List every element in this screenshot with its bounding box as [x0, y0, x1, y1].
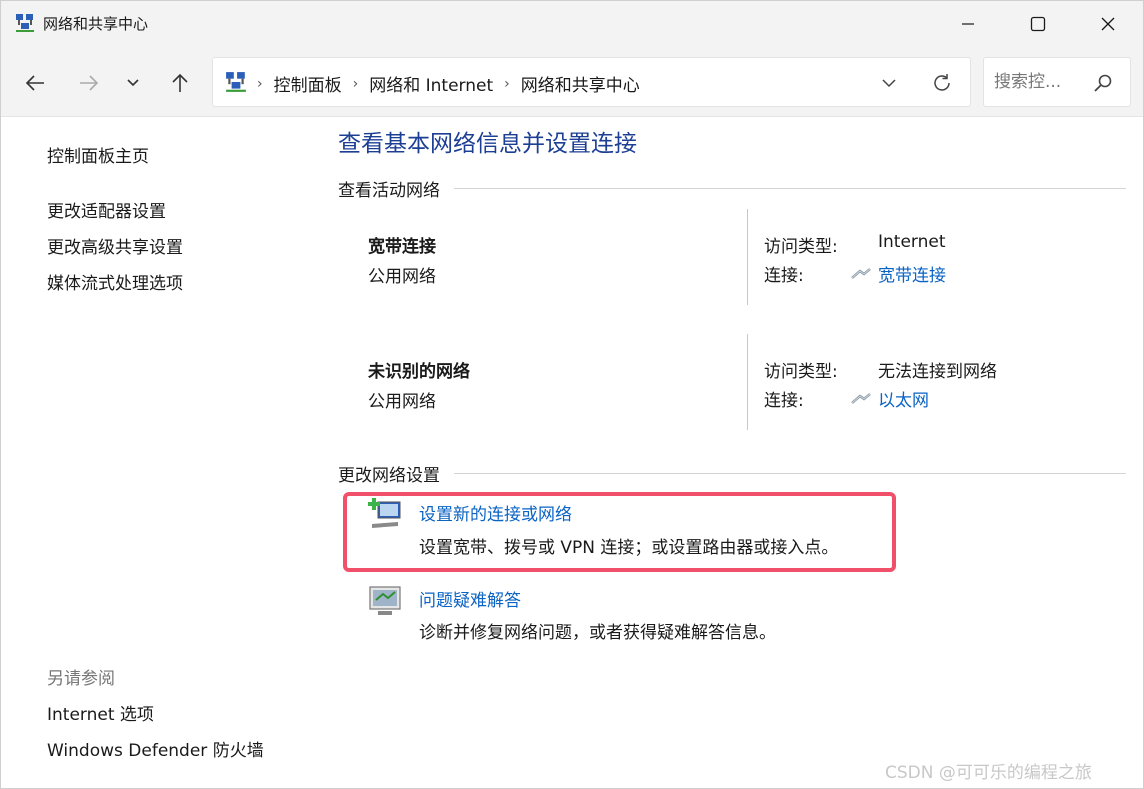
breadcrumb-control-panel[interactable]: 控制面板 — [274, 71, 342, 96]
change-adapter-settings-link[interactable]: 更改适配器设置 — [47, 197, 166, 222]
page-title: 查看基本网络信息并设置连接 — [338, 131, 637, 157]
breadcrumb-network-sharing-center[interactable]: 网络和共享中心 — [521, 71, 640, 96]
search-box — [983, 57, 1131, 107]
network-center-icon — [226, 72, 246, 92]
refresh-icon — [934, 74, 950, 91]
access-type-label: 访问类型: — [764, 362, 838, 382]
troubleshoot-problems-description: 诊断并修复网络问题，或者获得疑难解答信息。 — [419, 623, 776, 643]
network-cable-icon — [851, 392, 871, 404]
highlight-annotation — [343, 492, 896, 572]
connections-label: 连接: — [764, 391, 804, 411]
section-divider — [454, 473, 1126, 474]
chevron-right-icon: › — [257, 75, 263, 92]
close-icon — [1101, 17, 1115, 31]
network-center-icon — [16, 14, 34, 32]
up-button[interactable] — [166, 69, 194, 97]
chevron-down-icon — [882, 79, 896, 88]
network-divider — [747, 209, 748, 305]
back-button[interactable] — [21, 69, 49, 97]
internet-options-link[interactable]: Internet 选项 — [47, 700, 154, 725]
window-title: 网络和共享中心 — [43, 15, 149, 33]
address-dropdown-button[interactable] — [877, 72, 901, 94]
network-cable-icon — [851, 267, 871, 279]
change-advanced-sharing-link[interactable]: 更改高级共享设置 — [47, 233, 183, 258]
see-also-heading: 另请参阅 — [47, 669, 115, 689]
refresh-button[interactable] — [930, 71, 954, 95]
chevron-down-icon — [127, 79, 139, 87]
control-panel-home-link[interactable]: 控制面板主页 — [47, 142, 149, 167]
broadband-connection-link[interactable]: 宽带连接 — [850, 261, 946, 286]
breadcrumb-network-internet[interactable]: 网络和 Internet — [369, 71, 493, 96]
access-type-value: Internet — [878, 232, 946, 252]
arrow-right-icon — [80, 75, 99, 91]
title-bar: 网络和共享中心 — [1, 1, 1143, 47]
network-category-link[interactable]: 公用网络 — [368, 387, 436, 412]
troubleshoot-problems-link[interactable]: 问题疑难解答 — [419, 586, 521, 611]
arrow-left-icon — [25, 75, 44, 91]
breadcrumb: › 控制面板 › 网络和 Internet › 网络和共享中心 — [255, 71, 640, 97]
broadband-connection-label: 宽带连接 — [878, 266, 946, 286]
recent-locations-button[interactable] — [119, 69, 147, 97]
access-type-label: 访问类型: — [764, 237, 838, 257]
chevron-right-icon: › — [352, 75, 359, 92]
forward-button[interactable] — [75, 69, 103, 97]
arrow-up-icon — [172, 73, 188, 92]
change-network-settings-heading: 更改网络设置 — [338, 466, 440, 486]
connections-label: 连接: — [764, 266, 804, 286]
left-pane: 控制面板主页 更改适配器设置 更改高级共享设置 媒体流式处理选项 另请参阅 In… — [1, 118, 321, 789]
chevron-right-icon: › — [504, 75, 510, 92]
search-input[interactable] — [994, 70, 1094, 94]
network-name: 宽带连接 — [368, 237, 436, 257]
window: 网络和共享中心 › 控制面板 › 网络和 Internet › 网络和共享中心 … — [0, 0, 1144, 789]
network-divider — [747, 334, 748, 430]
section-divider — [454, 188, 1126, 189]
network-name: 未识别的网络 — [368, 362, 470, 382]
media-streaming-options-link[interactable]: 媒体流式处理选项 — [47, 269, 183, 294]
main-pane: 查看基本网络信息并设置连接 查看活动网络 宽带连接 公用网络 访问类型: Int… — [338, 118, 1138, 789]
maximize-icon — [1030, 16, 1046, 32]
search-icon[interactable] — [1092, 72, 1114, 94]
minimize-button[interactable] — [933, 1, 1003, 47]
ethernet-connection-link[interactable]: 以太网 — [850, 386, 929, 411]
access-type-value: 无法连接到网络 — [878, 362, 997, 382]
active-networks-heading: 查看活动网络 — [338, 181, 440, 201]
ethernet-connection-label: 以太网 — [878, 391, 929, 411]
windows-defender-firewall-link[interactable]: Windows Defender 防火墙 — [47, 736, 264, 761]
close-button[interactable] — [1073, 1, 1143, 47]
troubleshoot-icon — [369, 586, 401, 615]
address-bar[interactable]: › 控制面板 › 网络和 Internet › 网络和共享中心 — [212, 57, 971, 107]
network-category-link[interactable]: 公用网络 — [368, 262, 436, 287]
navigation-bar: › 控制面板 › 网络和 Internet › 网络和共享中心 — [1, 47, 1143, 117]
minimize-icon — [962, 23, 974, 25]
maximize-button[interactable] — [1003, 1, 1073, 47]
watermark: CSDN @可可乐的编程之旅 — [885, 763, 1092, 783]
